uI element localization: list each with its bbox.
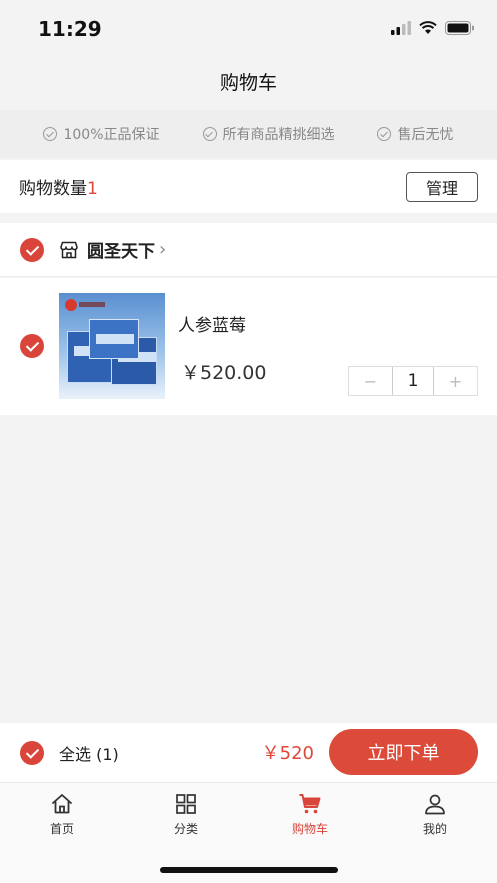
store-checkbox[interactable] <box>20 237 44 262</box>
tab-label: 购物车 <box>291 822 328 836</box>
guarantee-label: 所有商品精挑细选 <box>222 127 335 143</box>
select-all-label[interactable]: 全选 (1) <box>59 741 119 765</box>
place-order-button[interactable]: 立即下单 <box>329 729 478 775</box>
product-price: ￥520.00 <box>181 362 267 384</box>
status-bar: 11:29 <box>0 0 497 58</box>
grid-icon <box>173 791 199 817</box>
nav-bar: 购物车 <box>0 58 497 108</box>
guarantee-item: 售后无忧 <box>377 124 453 144</box>
check-outline-icon <box>377 127 392 141</box>
guarantee-label: 100%正品保证 <box>63 127 160 143</box>
product-name[interactable]: 人参蓝莓 <box>178 311 246 336</box>
status-time: 11:29 <box>38 17 102 41</box>
home-indicator <box>160 867 338 873</box>
guarantee-bar: 100%正品保证 所有商品精挑细选 售后无忧 <box>0 110 497 158</box>
decrease-button[interactable]: − <box>349 367 392 395</box>
status-icons <box>391 20 475 39</box>
tab-home[interactable]: 首页 <box>22 791 102 837</box>
store-header[interactable]: 圆圣天下 › <box>0 223 497 277</box>
store-icon <box>59 240 79 260</box>
user-icon <box>422 791 448 817</box>
wifi-icon <box>419 20 437 39</box>
home-icon <box>49 791 75 817</box>
checkout-bar: 全选 (1) ￥520 立即下单 <box>0 723 497 782</box>
manage-button[interactable]: 管理 <box>406 171 478 202</box>
guarantee-label: 售后无忧 <box>397 127 454 143</box>
tab-label: 我的 <box>422 822 447 836</box>
quantity-input[interactable]: 1 <box>392 367 434 395</box>
item-checkbox[interactable] <box>20 334 44 358</box>
tab-category[interactable]: 分类 <box>146 791 226 837</box>
total-price: ￥520 <box>261 743 314 764</box>
cart-item: 人参蓝莓 ￥520.00 − 1 + <box>0 278 497 415</box>
check-outline-icon <box>43 127 58 141</box>
signal-icon <box>391 20 411 39</box>
chevron-right-icon: › <box>159 239 167 260</box>
quantity-stepper: − 1 + <box>348 366 478 396</box>
tab-cart[interactable]: 购物车 <box>270 791 350 837</box>
product-box <box>89 319 139 359</box>
cart-count-number: 1 <box>87 179 98 199</box>
page-title: 购物车 <box>219 72 277 94</box>
tab-profile[interactable]: 我的 <box>395 791 475 837</box>
tab-label: 首页 <box>49 822 74 836</box>
brand-strip <box>79 302 105 307</box>
battery-icon <box>445 20 475 39</box>
guarantee-item: 100%正品保证 <box>43 124 160 144</box>
product-image[interactable] <box>59 293 165 399</box>
cart-icon <box>297 791 323 817</box>
cart-count: 购物数量1 <box>19 174 98 199</box>
increase-button[interactable]: + <box>434 367 477 395</box>
check-outline-icon <box>202 127 217 141</box>
select-all-checkbox[interactable] <box>20 740 44 765</box>
cart-count-bar: 购物数量1 管理 <box>0 160 497 213</box>
store-name[interactable]: 圆圣天下 <box>87 237 155 262</box>
brand-logo <box>65 299 77 311</box>
tab-label: 分类 <box>173 822 198 836</box>
cart-count-label: 购物数量 <box>19 179 87 199</box>
guarantee-item: 所有商品精挑细选 <box>202 124 335 144</box>
